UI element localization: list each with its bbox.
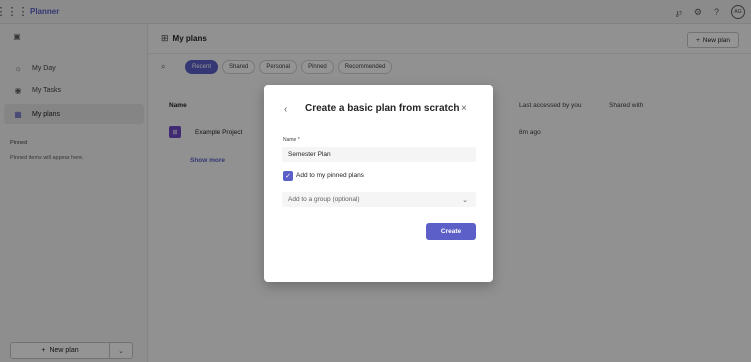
- close-icon[interactable]: ×: [461, 103, 467, 114]
- pin-checkbox-label[interactable]: Add to my pinned plans: [296, 172, 364, 179]
- chevron-down-icon: ⌄: [462, 196, 468, 204]
- group-dropdown[interactable]: Add to a group (optional) ⌄: [282, 192, 476, 207]
- plan-name-input[interactable]: [282, 147, 476, 162]
- name-field-label: Name *: [283, 137, 300, 143]
- create-button[interactable]: Create: [426, 223, 476, 240]
- back-arrow-icon[interactable]: ‹: [284, 104, 287, 115]
- create-plan-dialog: ‹ Create a basic plan from scratch × Nam…: [264, 85, 493, 282]
- group-dropdown-placeholder: Add to a group (optional): [288, 196, 360, 203]
- dialog-title: Create a basic plan from scratch: [305, 103, 460, 114]
- pin-checkbox[interactable]: ✓: [283, 171, 293, 181]
